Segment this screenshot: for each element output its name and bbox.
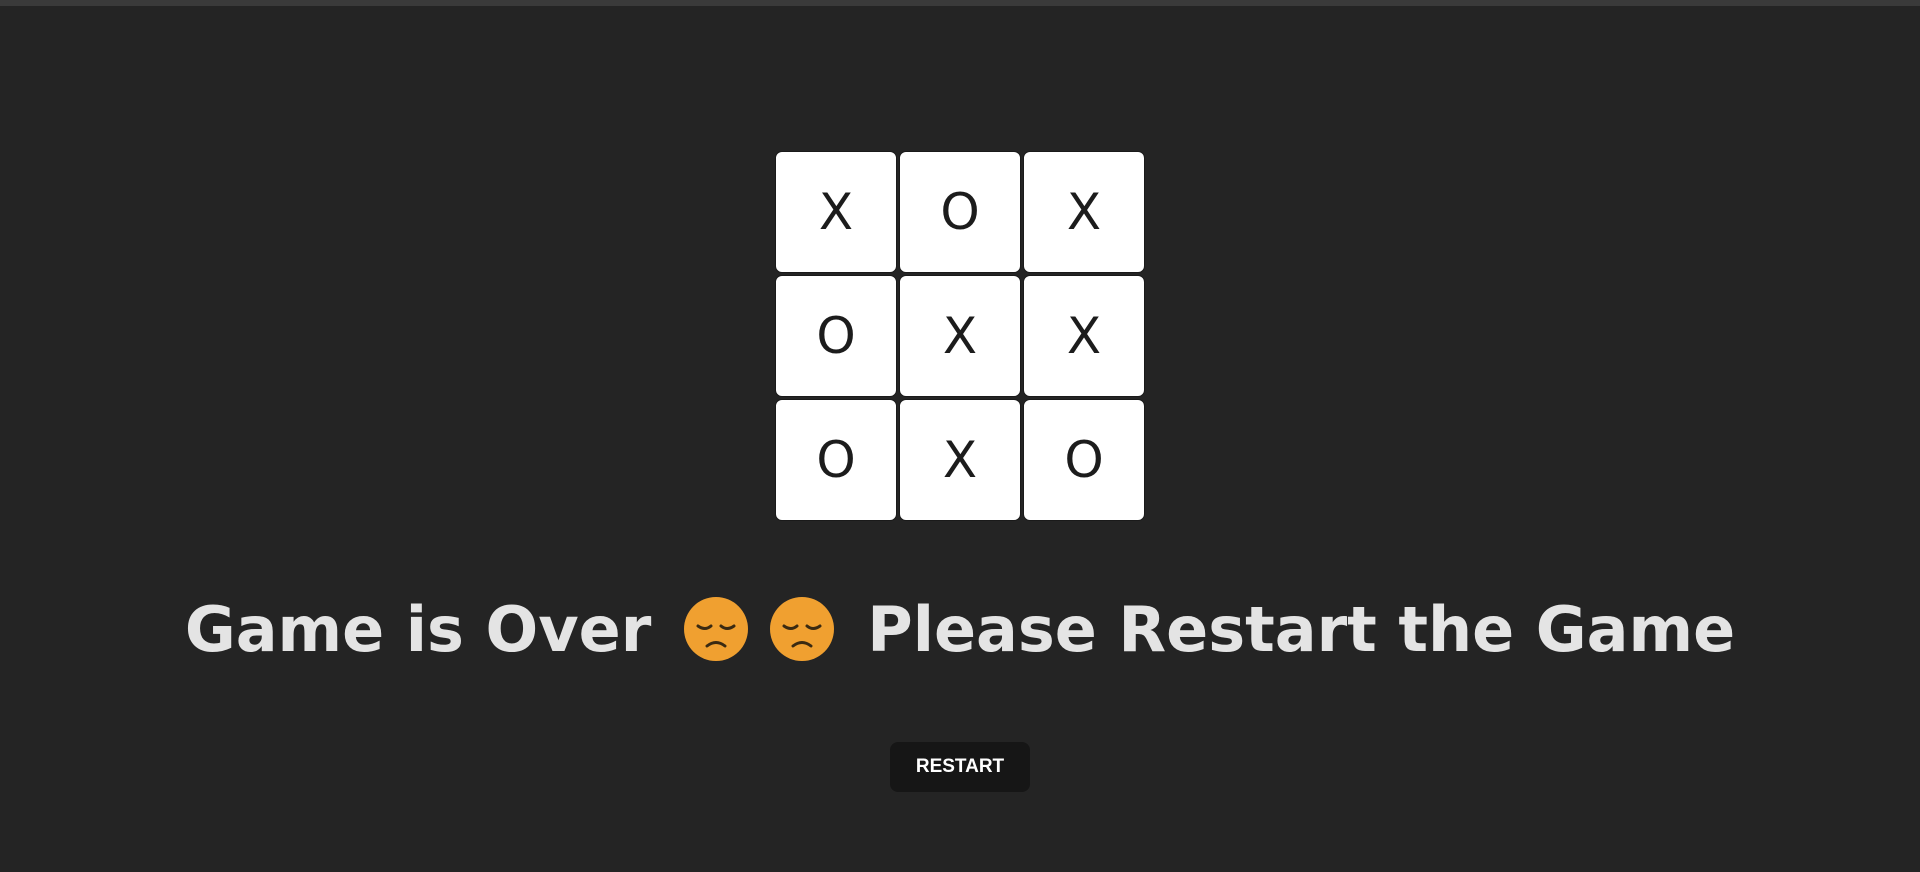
pensive-face-icon: [684, 597, 749, 661]
game-board: X O X O X X O X O: [775, 151, 1147, 523]
board-cell-2[interactable]: O: [899, 151, 1021, 273]
pensive-face-icon: [770, 597, 835, 661]
game-status-message: Game is Over Please Restart the Game: [0, 590, 1920, 670]
board-cell-8[interactable]: X: [899, 399, 1021, 521]
top-border: [0, 0, 1920, 6]
board-cell-4[interactable]: O: [775, 275, 897, 397]
board-cell-1[interactable]: X: [775, 151, 897, 273]
restart-button[interactable]: RESTART: [890, 742, 1030, 792]
status-suffix: Please Restart the Game: [867, 593, 1736, 666]
board-cell-5[interactable]: X: [899, 275, 1021, 397]
board-cell-3[interactable]: X: [1023, 151, 1145, 273]
status-prefix: Game is Over: [184, 593, 652, 666]
board-cell-7[interactable]: O: [775, 399, 897, 521]
board-cell-6[interactable]: X: [1023, 275, 1145, 397]
board-cell-9[interactable]: O: [1023, 399, 1145, 521]
